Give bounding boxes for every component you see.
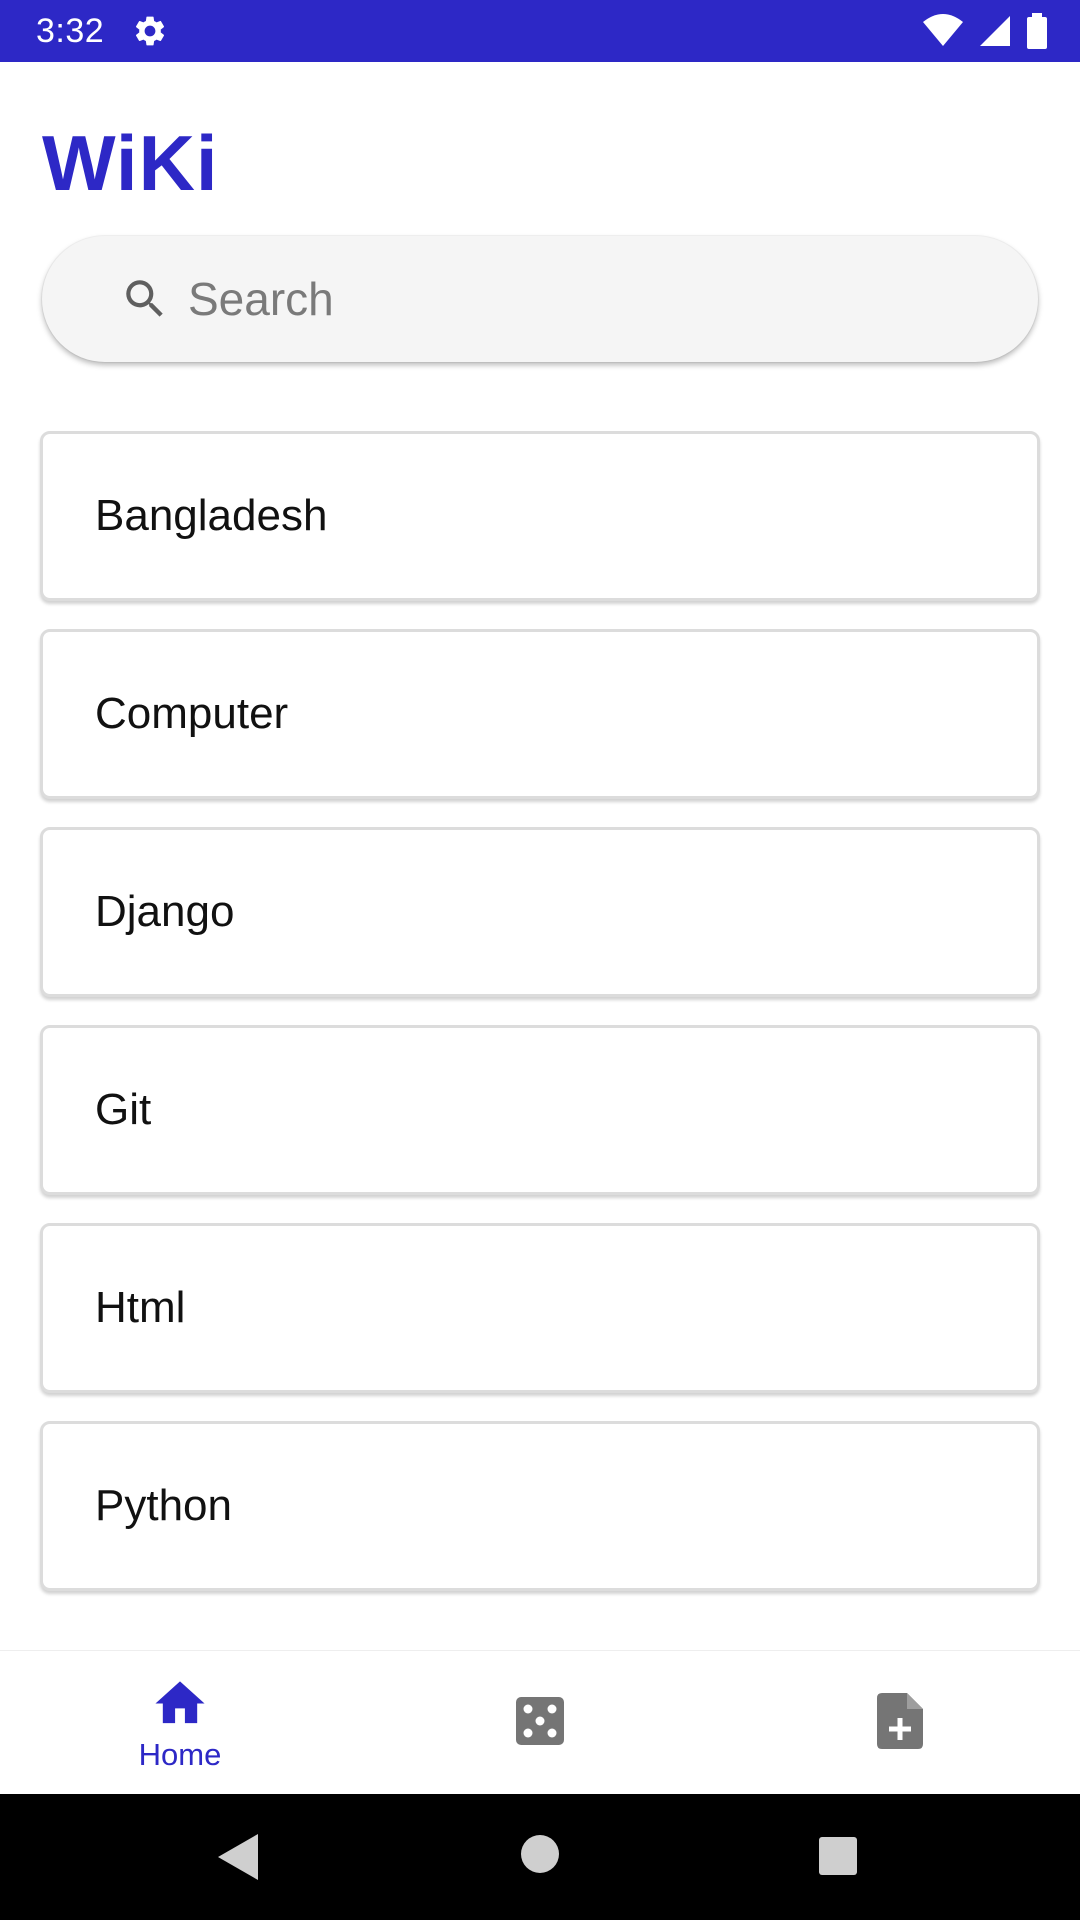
status-time: 3:32 (36, 11, 105, 50)
battery-icon (1026, 13, 1048, 49)
recents-icon[interactable] (818, 1836, 858, 1881)
search-bar[interactable] (42, 236, 1038, 362)
back-icon[interactable] (216, 1832, 260, 1887)
list-item[interactable]: Html (40, 1223, 1040, 1393)
add-document-icon (877, 1692, 923, 1754)
list-item[interactable]: Git (40, 1025, 1040, 1195)
nav-item-home[interactable]: Home (0, 1651, 360, 1795)
search-icon (120, 274, 170, 329)
dice-icon (515, 1696, 565, 1751)
list-item-label: Django (95, 887, 235, 936)
list-item[interactable]: Django (40, 827, 1040, 997)
nav-item-random[interactable] (360, 1651, 720, 1795)
screen: 3:32 WiKi Search Bangladesh Computer Dja… (0, 0, 1080, 1920)
settings-icon (132, 13, 168, 49)
app-title: WiKi (42, 119, 219, 207)
system-navigation-bar (0, 1794, 1080, 1920)
list-item-label: Bangladesh (95, 491, 328, 540)
list-item-label: Computer (95, 689, 289, 738)
list-item-label: Python (95, 1481, 232, 1530)
signal-icon (978, 14, 1012, 48)
status-left: 3:32 (36, 12, 168, 51)
nav-item-add[interactable] (720, 1651, 1080, 1795)
list-item[interactable]: Python (40, 1421, 1040, 1591)
list-item-label: Html (95, 1283, 186, 1332)
article-list: Bangladesh Computer Django Git Html Pyth… (40, 431, 1040, 1619)
list-item[interactable]: Computer (40, 629, 1040, 799)
search-input[interactable] (188, 236, 1008, 362)
wifi-icon (922, 14, 964, 48)
list-item-label: Git (95, 1085, 152, 1134)
home-circle-icon[interactable] (520, 1834, 560, 1879)
nav-label-home: Home (138, 1736, 222, 1772)
bottom-navigation: Home (0, 1650, 1080, 1794)
status-right (922, 13, 1048, 49)
home-icon (150, 1674, 210, 1733)
status-bar: 3:32 (0, 0, 1080, 62)
list-item[interactable]: Bangladesh (40, 431, 1040, 601)
